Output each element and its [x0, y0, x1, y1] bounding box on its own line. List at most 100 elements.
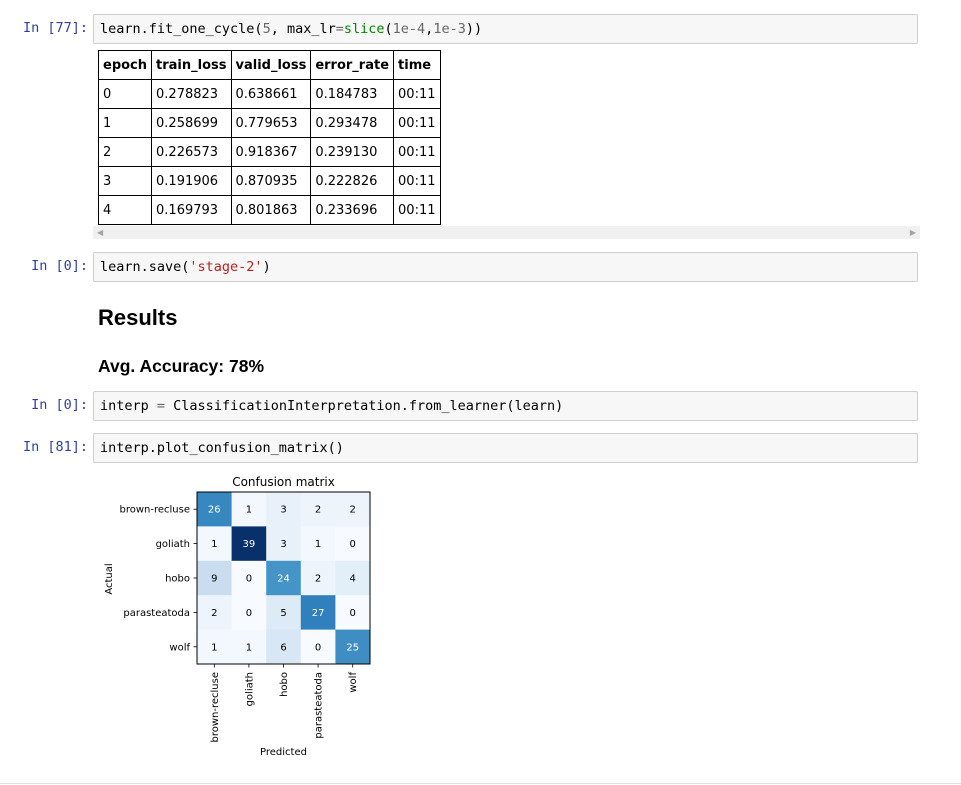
scroll-right-arrow-icon[interactable]: ▶: [910, 228, 916, 237]
table-row: 0 0.278823 0.638661 0.184783 00:11: [97, 79, 441, 109]
cell-value-label: 0: [350, 608, 356, 619]
y-tick-label: parasteatoda: [123, 608, 190, 619]
code-token: learn.save(: [100, 259, 190, 275]
heatmap-cell: [300, 492, 336, 527]
heatmap-cell: [300, 560, 336, 596]
table-cell: 0.169793: [151, 195, 232, 225]
cell-value-label: 1: [315, 539, 321, 550]
heatmap-cell: [197, 492, 233, 527]
code-token: (: [384, 21, 393, 37]
heatmap-cell: [231, 560, 267, 596]
cell-value-label: 2: [211, 608, 217, 619]
table-cell: 00:11: [393, 166, 441, 196]
accuracy-subheading: Avg. Accuracy: 78%: [98, 356, 265, 376]
table-cell: 0.638661: [230, 79, 312, 109]
chart-title: Confusion matrix: [232, 475, 335, 489]
cell-value-label: 2: [315, 574, 321, 585]
heatmap-cell: [231, 595, 267, 631]
table-cell: 2: [97, 137, 153, 167]
code-token: interp.plot_confusion_matrix(): [100, 440, 344, 456]
heatmap-cell: [300, 629, 336, 665]
table-cell: 0.870935: [230, 166, 312, 196]
table-cell: 0.222826: [310, 166, 395, 196]
code-token: 'stage-2': [189, 259, 263, 275]
results-heading: Results: [98, 305, 178, 330]
column-header: valid_loss: [230, 50, 312, 80]
code-token: ClassificationInterpretation.from_learne…: [165, 398, 564, 414]
cell-value-label: 2: [350, 505, 356, 516]
output-horizontal-scrollbar[interactable]: ◀ ▶: [93, 226, 920, 239]
heatmap-cell: [231, 492, 267, 527]
cell-prompt: In [81]:: [22, 439, 88, 455]
cell-value-label: 0: [350, 539, 356, 550]
code-token: =: [335, 21, 344, 37]
cell-value-label: 2: [315, 505, 321, 516]
table-cell: 00:11: [393, 79, 441, 109]
y-tick-label: hobo: [165, 574, 190, 585]
cell-value-label: 25: [346, 642, 359, 653]
table-cell: 1: [97, 108, 153, 138]
cell-value-label: 5: [280, 608, 286, 619]
scroll-left-arrow-icon[interactable]: ◀: [97, 228, 103, 237]
table-cell: 0.226573: [151, 137, 232, 167]
table-cell: 0.293478: [310, 108, 395, 138]
code-token: ): [262, 259, 271, 275]
y-tick-label: goliath: [156, 539, 190, 550]
heatmap-cell: [335, 526, 371, 562]
table-row: 4 0.169793 0.801863 0.233696 00:11: [97, 195, 441, 225]
code-cell-input[interactable]: learn.fit_one_cycle(5, max_lr=slice(1e-4…: [93, 14, 918, 44]
cell-value-label: 1: [246, 642, 252, 653]
heatmap-cell: [335, 595, 371, 631]
table-row: 1 0.258699 0.779653 0.293478 00:11: [97, 108, 441, 138]
cell-value-label: 1: [211, 642, 217, 653]
heatmap-cell: [266, 595, 302, 631]
heatmap-cell: [266, 526, 302, 562]
table-row: 2 0.226573 0.918367 0.239130 00:11: [97, 137, 441, 167]
code-token: =: [156, 398, 166, 414]
heatmap-cell: [266, 560, 302, 596]
table-cell: 0.779653: [230, 108, 312, 138]
table-cell: 0.278823: [151, 79, 232, 109]
cell-value-label: 6: [280, 642, 286, 653]
x-tick-label: hobo: [279, 672, 290, 697]
column-header: error_rate: [310, 50, 395, 80]
heatmap-cell: [335, 560, 371, 596]
code-token: learn.fit_one_cycle(: [100, 21, 263, 37]
code-cell-input[interactable]: learn.save('stage-2'): [93, 252, 918, 282]
cell-value-label: 4: [350, 574, 356, 585]
page-bottom-divider: [0, 783, 961, 784]
plot-frame: [196, 491, 371, 665]
table-cell: 0.918367: [230, 137, 312, 167]
cell-prompt: In [0]:: [31, 397, 88, 413]
table-cell: 0.191906: [151, 166, 232, 196]
table-cell: 0: [97, 79, 153, 109]
cell-value-label: 26: [208, 505, 221, 516]
training-results-table: epoch train_loss valid_loss error_rate t…: [97, 50, 441, 225]
column-header: epoch: [97, 50, 153, 80]
cell-value-label: 0: [246, 574, 252, 585]
heatmap-cell: [300, 595, 336, 631]
x-tick-label: brown-recluse: [210, 672, 221, 743]
x-axis-label: Predicted: [260, 747, 307, 758]
cell-prompt: In [77]:: [22, 20, 88, 36]
code-token: 5: [262, 21, 271, 37]
heatmap-cell: [266, 629, 302, 665]
cell-value-label: 0: [246, 608, 252, 619]
code-token: 1e-3: [433, 21, 466, 37]
heatmap-cell: [197, 595, 233, 631]
cell-value-label: 0: [315, 642, 321, 653]
column-header: time: [393, 50, 441, 80]
heatmap-cell: [197, 629, 233, 665]
code-cell-input[interactable]: interp.plot_confusion_matrix(): [93, 433, 918, 463]
cell-value-label: 39: [243, 539, 256, 550]
heatmap-cell: [197, 560, 233, 596]
heatmap-cell: [335, 629, 371, 665]
code-cell-input[interactable]: interp = ClassificationInterpretation.fr…: [93, 391, 918, 421]
heatmap-cell: [266, 492, 302, 527]
cell-value-label: 24: [277, 574, 290, 585]
code-token: slice: [343, 21, 385, 37]
table-cell: 0.233696: [310, 195, 395, 225]
cell-value-label: 27: [312, 608, 325, 619]
table-cell: 00:11: [393, 108, 441, 138]
cell-value-label: 1: [246, 505, 252, 516]
